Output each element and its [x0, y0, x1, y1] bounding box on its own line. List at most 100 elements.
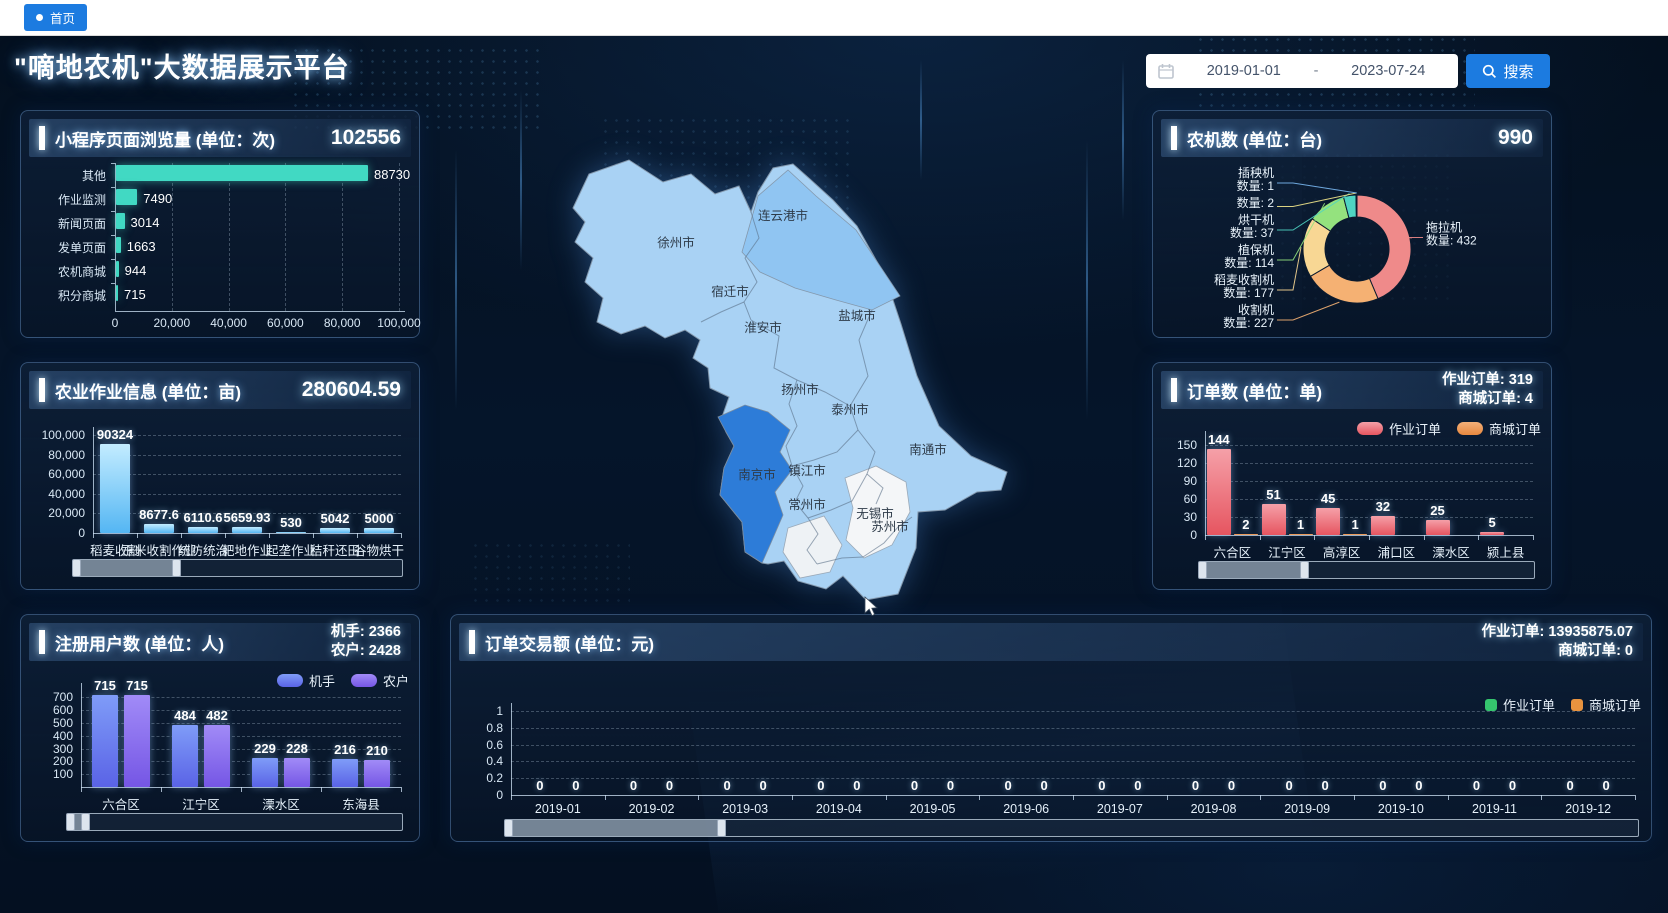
bar[interactable]	[116, 213, 125, 229]
bar[interactable]	[188, 527, 218, 533]
bar[interactable]	[232, 527, 262, 533]
panel-header: 农业作业信息 (单位：亩) 280604.59	[29, 371, 411, 409]
bar[interactable]	[124, 695, 150, 787]
topbar: 首页	[0, 0, 1668, 36]
legend-item[interactable]: 农户	[351, 671, 409, 690]
map-label-nantong: 南通市	[909, 442, 947, 457]
x-tick	[1478, 535, 1479, 540]
users-chart[interactable]: 700600500400300200100715715六合区484482江宁区2…	[29, 665, 411, 837]
date-end-input[interactable]: 2023-07-24	[1318, 63, 1458, 79]
transactions-chart[interactable]: 10.80.60.40.20002019-01002019-02002019-0…	[459, 665, 1643, 837]
tab-home[interactable]: 首页	[24, 4, 87, 31]
datazoom-handle-right[interactable]	[1300, 561, 1309, 579]
map-label-changzhou: 常州市	[788, 497, 826, 512]
y-tick-label: 30	[1161, 510, 1197, 524]
bar[interactable]	[100, 444, 130, 533]
y-tick	[111, 235, 115, 236]
datazoom-handle-left[interactable]	[72, 559, 81, 577]
bar[interactable]	[320, 528, 350, 533]
bar[interactable]	[332, 759, 358, 787]
bar[interactable]	[1371, 516, 1395, 535]
bar[interactable]	[172, 725, 198, 787]
legend-item[interactable]: 作业订单	[1485, 695, 1555, 714]
bar-value-label: 5	[1462, 515, 1522, 530]
y-tick-label: 0.2	[459, 771, 503, 785]
background-streak	[1122, 60, 1124, 220]
x-tick	[1369, 535, 1370, 540]
legend-item[interactable]: 商城订单	[1457, 419, 1541, 438]
x-tick	[241, 787, 242, 792]
gridline	[93, 455, 401, 456]
bar[interactable]	[1289, 534, 1313, 536]
datazoom-slider[interactable]	[505, 819, 1639, 837]
stat-line: 商城订单: 0	[1481, 642, 1633, 661]
date-range-picker[interactable]: 2019-01-01 - 2023-07-24	[1146, 54, 1458, 88]
x-tick	[605, 795, 606, 800]
panel-farmwork: 农业作业信息 (单位：亩) 280604.59 100,00080,00060,…	[20, 362, 420, 590]
bar[interactable]	[1426, 520, 1450, 535]
datazoom-handle-left[interactable]	[1198, 561, 1207, 579]
bar[interactable]	[144, 524, 174, 533]
date-start-input[interactable]: 2019-01-01	[1174, 63, 1314, 79]
bar[interactable]	[116, 237, 121, 253]
datazoom-slider[interactable]	[1199, 561, 1535, 579]
datazoom-handle-right[interactable]	[717, 819, 726, 837]
y-tick-label: 0.4	[459, 754, 503, 768]
pie-label: 稻麦收割机数量: 177	[1214, 272, 1274, 300]
pageviews-chart[interactable]: 020,00040,00060,00080,000100,000其他88730作…	[29, 161, 411, 333]
search-button[interactable]: 搜索	[1466, 54, 1550, 88]
bar[interactable]	[284, 758, 310, 787]
datazoom-handle-right[interactable]	[172, 559, 181, 577]
legend-item[interactable]: 作业订单	[1357, 419, 1441, 438]
bar[interactable]	[116, 261, 119, 277]
panel-transactions: 订单交易额 (单位：元) 作业订单: 13935875.07 商城订单: 0 1…	[450, 614, 1652, 842]
panel-total: 280604.59	[302, 378, 401, 402]
search-icon	[1482, 64, 1497, 79]
bar-value-label: 88730	[374, 167, 410, 182]
bar[interactable]	[364, 528, 394, 533]
bar[interactable]	[1234, 534, 1258, 536]
bar[interactable]	[116, 165, 368, 181]
x-tick	[1314, 535, 1315, 540]
y-tick-label: 1	[459, 704, 503, 718]
stat-line: 机手: 2366	[331, 623, 401, 642]
map-label-taizhou: 泰州市	[831, 402, 869, 417]
bar[interactable]	[116, 285, 118, 301]
bar[interactable]	[364, 760, 390, 787]
datazoom-handle-left[interactable]	[66, 813, 75, 831]
legend-item[interactable]: 商城订单	[1571, 695, 1641, 714]
panel-title: 农业作业信息 (单位：亩)	[55, 378, 241, 403]
datazoom-handle-right[interactable]	[81, 813, 90, 831]
map-label-yangzhou: 扬州市	[781, 382, 819, 397]
y-tick-label: 80,000	[29, 448, 85, 462]
legend-item[interactable]: 机手	[277, 671, 335, 690]
farmwork-chart[interactable]: 100,00080,00060,00040,00020,000090324稻麦收…	[29, 413, 411, 585]
panel-title: 农机数 (单位：台)	[1187, 126, 1322, 151]
panel-machines: 农机数 (单位：台) 990 拖拉机数量: 432收割机数量: 227稻麦收割机…	[1152, 110, 1552, 338]
y-tick-label: 90	[1161, 474, 1197, 488]
x-tick	[225, 533, 226, 538]
panel-orders: 订单数 (单位：单) 作业订单: 319 商城订单: 4 15012090603…	[1152, 362, 1552, 590]
machines-chart[interactable]: 拖拉机数量: 432收割机数量: 227稻麦收割机数量: 177植保机数量: 1…	[1161, 161, 1543, 333]
bar-value-label: 0	[1389, 778, 1449, 793]
bar[interactable]	[252, 758, 278, 787]
bar[interactable]	[1480, 532, 1504, 535]
datazoom-handle-left[interactable]	[504, 819, 513, 837]
map-label-suqian: 宿迁市	[711, 284, 749, 299]
bar-value-label: 0	[546, 778, 606, 793]
bar[interactable]	[276, 532, 306, 534]
map-label-zhenjiang: 镇江市	[788, 463, 826, 478]
y-tick	[111, 163, 115, 164]
x-tick	[511, 795, 512, 800]
datazoom-slider[interactable]	[73, 559, 403, 577]
y-tick-label: 60	[1161, 492, 1197, 506]
datazoom-slider[interactable]	[67, 813, 403, 831]
bar[interactable]	[1343, 534, 1367, 536]
bar-value-label: 715	[107, 678, 167, 693]
orders-chart[interactable]: 15012090603001442六合区511江宁区451高淳区32浦口区25溧…	[1161, 413, 1543, 585]
legend-label: 农户	[383, 671, 409, 690]
bar[interactable]	[92, 695, 118, 787]
bar[interactable]	[116, 189, 137, 205]
bar[interactable]	[204, 725, 230, 787]
gridline	[342, 163, 343, 311]
